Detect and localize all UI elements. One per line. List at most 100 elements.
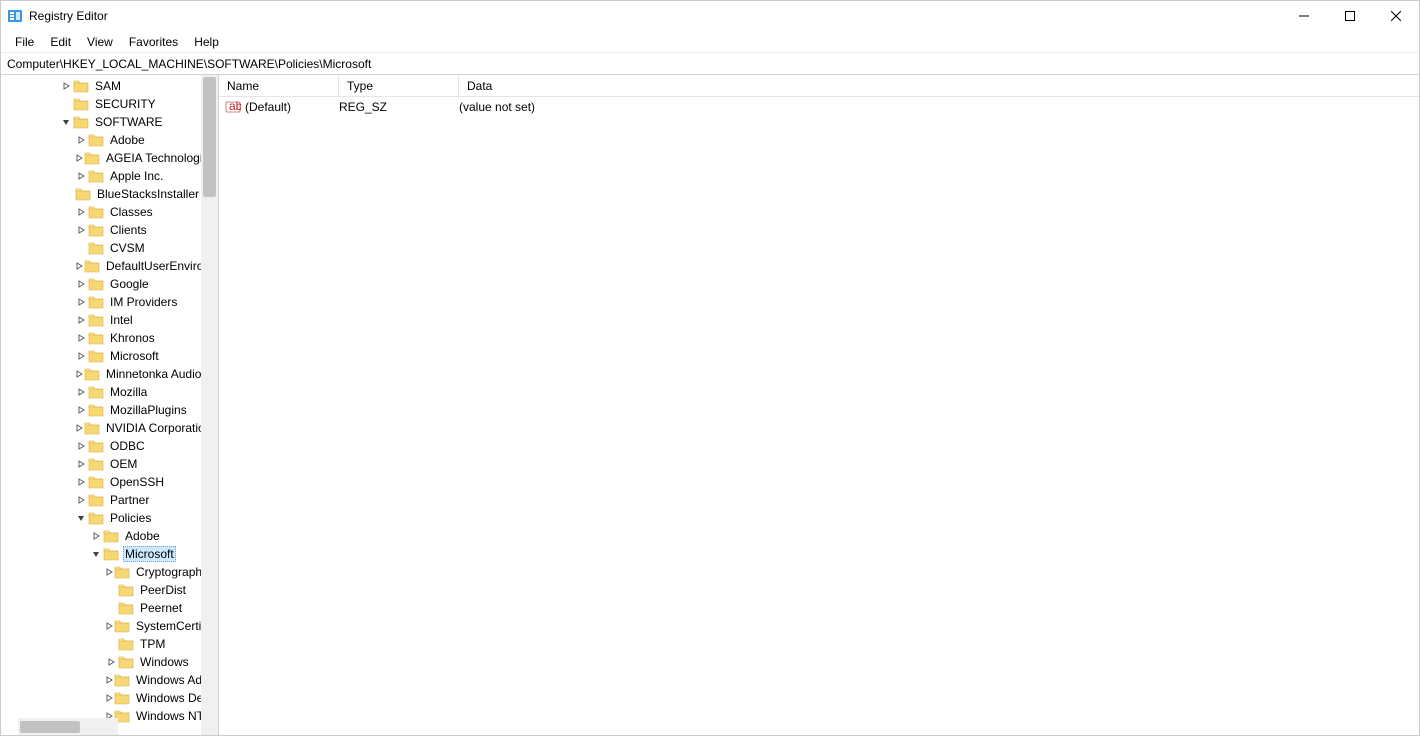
address-bar[interactable]: Computer\HKEY_LOCAL_MACHINE\SOFTWARE\Pol… [1,53,1419,75]
tree-node[interactable]: Windows Defender [1,689,201,707]
tree-node[interactable]: OEM [1,455,201,473]
chevron-right-icon[interactable] [74,153,84,163]
chevron-right-icon[interactable] [59,81,73,91]
chevron-right-icon[interactable] [104,621,114,631]
tree-node[interactable]: Cryptography [1,563,201,581]
chevron-right-icon[interactable] [74,261,84,271]
tree-node[interactable]: BlueStacksInstaller [1,185,201,203]
chevron-right-icon[interactable] [74,207,88,217]
chevron-right-icon[interactable] [74,477,88,487]
tree-node[interactable]: Mozilla [1,383,201,401]
value-row[interactable]: ab(Default)REG_SZ(value not set) [219,97,1419,117]
chevron-right-icon[interactable] [74,441,88,451]
chevron-right-icon[interactable] [104,567,114,577]
chevron-right-icon[interactable] [74,333,88,343]
tree-node-label[interactable]: Peernet [138,601,184,615]
scrollbar-thumb[interactable] [203,77,216,197]
menu-view[interactable]: View [79,33,121,51]
tree-node[interactable]: Adobe [1,527,201,545]
tree-node[interactable]: ODBC [1,437,201,455]
tree-node[interactable]: IM Providers [1,293,201,311]
tree-node-label[interactable]: SECURITY [93,97,158,111]
tree-node[interactable]: MozillaPlugins [1,401,201,419]
column-header-name[interactable]: Name [219,75,339,96]
chevron-right-icon[interactable] [74,297,88,307]
chevron-right-icon[interactable] [74,495,88,505]
registry-tree[interactable]: SAM SECURITY SOFTWARE Adobe AGEIA Technologi… [1,75,201,735]
minimize-button[interactable] [1281,1,1327,31]
values-list[interactable]: ab(Default)REG_SZ(value not set) [219,97,1419,117]
chevron-right-icon[interactable] [74,369,84,379]
tree-vertical-scrollbar[interactable] [201,75,218,735]
tree-node-label[interactable]: NVIDIA Corporation [104,421,201,435]
chevron-down-icon[interactable] [89,549,103,559]
tree-node-label[interactable]: BlueStacksInstaller [95,187,201,201]
tree-node-label[interactable]: Windows NT [134,709,201,723]
chevron-right-icon[interactable] [74,279,88,289]
chevron-right-icon[interactable] [74,171,88,181]
tree-node[interactable]: Intel [1,311,201,329]
tree-node-label[interactable]: ODBC [108,439,147,453]
tree-node-label[interactable]: Partner [108,493,151,507]
tree-node[interactable]: DefaultUserEnvironment [1,257,201,275]
tree-node[interactable]: Adobe [1,131,201,149]
tree-node[interactable]: OpenSSH [1,473,201,491]
tree-node[interactable]: Microsoft [1,545,201,563]
tree-node-label[interactable]: Adobe [123,529,162,543]
tree-node[interactable]: Classes [1,203,201,221]
values-header[interactable]: Name Type Data [219,75,1419,97]
tree-node[interactable]: NVIDIA Corporation [1,419,201,437]
tree-node-label[interactable]: PeerDist [138,583,188,597]
tree-node[interactable]: SOFTWARE [1,113,201,131]
tree-node[interactable]: Microsoft [1,347,201,365]
tree-node[interactable]: Peernet [1,599,201,617]
tree-node-label[interactable]: Apple Inc. [108,169,165,183]
chevron-down-icon[interactable] [59,117,73,127]
close-button[interactable] [1373,1,1419,31]
tree-node[interactable]: Windows Advanced Threat Protection [1,671,201,689]
tree-node[interactable]: SECURITY [1,95,201,113]
tree-node-label[interactable]: Microsoft [108,349,161,363]
tree-node[interactable]: Partner [1,491,201,509]
menu-edit[interactable]: Edit [42,33,79,51]
chevron-down-icon[interactable] [74,513,88,523]
tree-node-label[interactable]: AGEIA Technologies [104,151,201,165]
tree-node-label[interactable]: Windows Advanced Threat Protection [134,673,201,687]
tree-node-label[interactable]: TPM [138,637,167,651]
menu-favorites[interactable]: Favorites [121,33,186,51]
tree-node-label[interactable]: SAM [93,79,123,93]
chevron-right-icon[interactable] [74,387,88,397]
tree-node[interactable]: Apple Inc. [1,167,201,185]
tree-node-label[interactable]: OpenSSH [108,475,166,489]
tree-node-label[interactable]: SystemCertificates [134,619,201,633]
tree-node-label[interactable]: IM Providers [108,295,179,309]
chevron-right-icon[interactable] [104,657,118,667]
chevron-right-icon[interactable] [74,225,88,235]
address-path[interactable]: Computer\HKEY_LOCAL_MACHINE\SOFTWARE\Pol… [7,57,1413,71]
chevron-right-icon[interactable] [104,675,114,685]
tree-node-label[interactable]: Intel [108,313,135,327]
tree-node[interactable]: Minnetonka Audio Software [1,365,201,383]
column-header-type[interactable]: Type [339,75,459,96]
tree-node[interactable]: SystemCertificates [1,617,201,635]
tree-node-label[interactable]: DefaultUserEnvironment [104,259,201,273]
tree-node-label[interactable]: Mozilla [108,385,149,399]
tree-node[interactable]: AGEIA Technologies [1,149,201,167]
tree-node-label[interactable]: Classes [108,205,155,219]
chevron-right-icon[interactable] [89,531,103,541]
tree-node[interactable]: Policies [1,509,201,527]
chevron-right-icon[interactable] [74,315,88,325]
menu-file[interactable]: File [7,33,42,51]
chevron-right-icon[interactable] [74,351,88,361]
tree-node-label[interactable]: Cryptography [134,565,201,579]
chevron-right-icon[interactable] [104,693,114,703]
tree-node[interactable]: SAM [1,77,201,95]
chevron-right-icon[interactable] [74,459,88,469]
tree-node-label[interactable]: Microsoft [123,546,176,562]
tree-node-label[interactable]: Clients [108,223,149,237]
tree-node-label[interactable]: SOFTWARE [93,115,165,129]
tree-node[interactable]: Clients [1,221,201,239]
tree-node-label[interactable]: OEM [108,457,139,471]
tree-node-label[interactable]: Windows Defender [134,691,201,705]
tree-node[interactable]: CVSM [1,239,201,257]
